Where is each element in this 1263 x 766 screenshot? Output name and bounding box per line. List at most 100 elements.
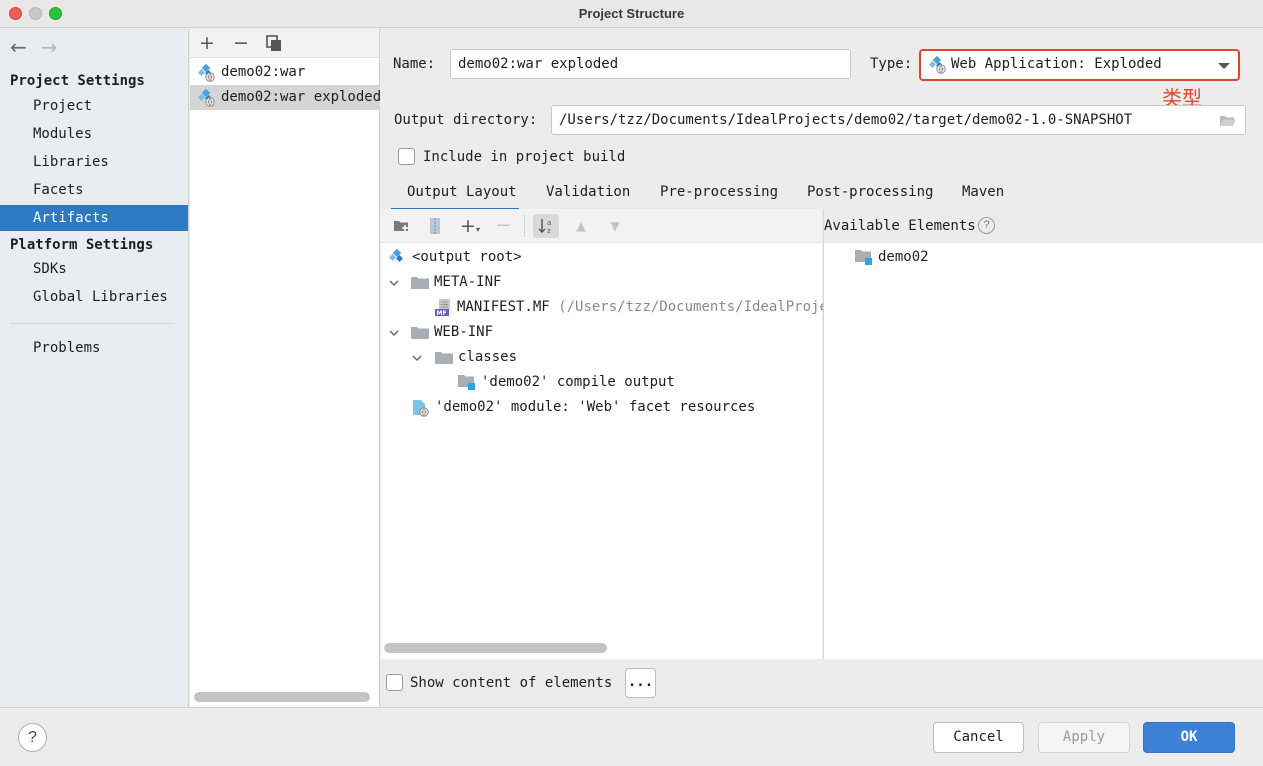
svg-text:a: a [547, 219, 551, 227]
sidebar-item-global-libraries[interactable]: Global Libraries [0, 284, 188, 310]
sidebar-item-libraries[interactable]: Libraries [0, 149, 188, 175]
available-elements-title: Available Elements [824, 218, 976, 234]
type-select[interactable]: Web Application: Exploded [919, 49, 1240, 81]
module-folder-icon [855, 250, 872, 265]
artifact-item-war-exploded[interactable]: demo02:war exploded [190, 85, 380, 110]
available-elements-pane: Available Elements ? demo02 [823, 209, 1263, 659]
artifact-item-war[interactable]: demo02:war [190, 60, 380, 85]
tree-node-label: demo02 [878, 249, 929, 265]
settings-sidebar: ← → Project Settings Project Modules Libr… [0, 29, 189, 707]
project-settings-header: Project Settings [10, 73, 145, 89]
move-up-icon[interactable]: ▲ [568, 214, 594, 238]
tab-validation[interactable]: Validation [546, 181, 630, 211]
include-in-build-label: Include in project build [423, 149, 626, 165]
sort-alphabetically-icon[interactable]: az [533, 214, 559, 238]
chevron-down-icon [1218, 63, 1230, 69]
sidebar-item-sdks[interactable]: SDKs [0, 256, 188, 282]
output-directory-value: /Users/tzz/Documents/IdealProjects/demo0… [559, 112, 1133, 128]
tree-node-label: WEB-INF [434, 324, 494, 340]
manifest-file-icon: MF [435, 299, 450, 316]
available-elements-header: Available Elements ? [824, 209, 1263, 243]
tree-node-classes[interactable]: classes [412, 345, 517, 369]
available-item-demo02[interactable]: demo02 [855, 245, 929, 269]
tree-node-compile-output[interactable]: 'demo02' compile output [458, 370, 675, 394]
folder-icon [411, 277, 429, 289]
cancel-button[interactable]: Cancel [933, 722, 1024, 753]
sidebar-divider [10, 323, 175, 324]
add-element-icon[interactable]: +▾ [457, 214, 483, 238]
type-select-value: Web Application: Exploded [951, 56, 1162, 72]
dialog-footer: ? Cancel Apply OK [0, 707, 1263, 766]
remove-artifact-icon[interactable]: − [233, 32, 249, 54]
svg-text:z: z [547, 227, 551, 235]
tab-output-layout[interactable]: Output Layout [391, 181, 519, 211]
folder-icon [411, 327, 429, 339]
more-options-button[interactable]: ... [625, 668, 656, 698]
web-artifact-icon [929, 56, 946, 74]
tree-node-meta-inf[interactable]: META-INF [389, 270, 501, 294]
artifact-item-label: demo02:war exploded [221, 89, 380, 105]
tree-node-label: MANIFEST.MF [457, 299, 550, 315]
archive-icon[interactable] [422, 214, 448, 238]
title-bar: Project Structure [0, 0, 1263, 28]
apply-button[interactable]: Apply [1038, 722, 1130, 753]
add-artifact-icon[interactable]: + [199, 32, 215, 54]
module-folder-icon [458, 375, 475, 390]
show-content-label: Show content of elements [410, 675, 613, 691]
artifact-list-toolbar: + − [190, 29, 379, 58]
sidebar-item-project[interactable]: Project [0, 93, 188, 119]
name-field[interactable]: demo02:war exploded [450, 49, 851, 79]
help-icon[interactable]: ? [978, 217, 995, 234]
tab-maven[interactable]: Maven [962, 181, 1004, 211]
tree-node-manifest[interactable]: MF MANIFEST.MF (/Users/tzz/Documents/Ide… [435, 295, 828, 319]
tab-pre-processing[interactable]: Pre-processing [660, 181, 778, 211]
platform-settings-header: Platform Settings [10, 237, 154, 253]
type-label: Type: [870, 56, 913, 72]
tree-node-web-facet[interactable]: 'demo02' module: 'Web' facet resources [412, 395, 755, 419]
include-in-build-checkbox[interactable] [398, 148, 415, 165]
web-artifact-icon [198, 89, 215, 107]
nav-arrows: ← → [10, 35, 72, 59]
browse-folder-icon[interactable] [1219, 114, 1237, 127]
folder-icon [435, 352, 453, 364]
name-label: Name: [393, 56, 436, 72]
tree-node-label: 'demo02' module: 'Web' facet resources [435, 399, 756, 415]
help-button[interactable]: ? [18, 723, 47, 752]
ok-button[interactable]: OK [1143, 722, 1235, 753]
window-title: Project Structure [578, 6, 685, 21]
output-layout-scrollbar[interactable] [384, 643, 607, 653]
copy-icon[interactable] [266, 35, 283, 52]
tree-node-label: META-INF [434, 274, 502, 290]
new-directory-icon[interactable] [389, 214, 415, 238]
svg-text:MF: MF [437, 310, 447, 316]
sidebar-item-facets[interactable]: Facets [0, 177, 188, 203]
manifest-path-label: (/Users/tzz/Documents/IdealProje [558, 299, 828, 315]
move-down-icon[interactable]: ▼ [602, 214, 628, 238]
web-facet-icon [413, 400, 429, 417]
output-directory-field[interactable]: /Users/tzz/Documents/IdealProjects/demo0… [551, 105, 1246, 135]
tab-post-processing[interactable]: Post-processing [807, 181, 933, 211]
tree-node-label: classes [458, 349, 518, 365]
output-directory-label: Output directory: [394, 112, 538, 128]
tree-node-label: <output root> [412, 249, 522, 265]
web-artifact-icon [389, 249, 404, 263]
artifact-list-panel: + − demo02:war demo02:war exploded [190, 29, 380, 707]
back-arrow-icon[interactable]: ← [10, 35, 27, 59]
tree-node-output-root[interactable]: <output root> [389, 245, 522, 269]
sidebar-item-artifacts[interactable]: Artifacts [0, 205, 188, 231]
sidebar-item-problems[interactable]: Problems [0, 335, 188, 361]
chevron-down-icon[interactable] [412, 353, 422, 363]
artifact-list-scrollbar[interactable] [194, 692, 370, 702]
chevron-down-icon[interactable] [389, 278, 399, 288]
show-content-checkbox[interactable] [386, 674, 403, 691]
remove-element-icon[interactable]: − [490, 214, 516, 238]
web-artifact-icon [198, 64, 215, 82]
output-layout-pane: +▾ − az ▲ ▼ <output root> META-INF MF MA… [381, 209, 828, 659]
toolbar-divider [524, 215, 525, 237]
tree-node-web-inf[interactable]: WEB-INF [389, 320, 493, 344]
sidebar-item-modules[interactable]: Modules [0, 121, 188, 147]
forward-arrow-icon[interactable]: → [41, 35, 58, 59]
chevron-down-icon[interactable] [389, 328, 399, 338]
tree-node-label: 'demo02' compile output [481, 374, 675, 390]
artifact-item-label: demo02:war [221, 64, 306, 80]
